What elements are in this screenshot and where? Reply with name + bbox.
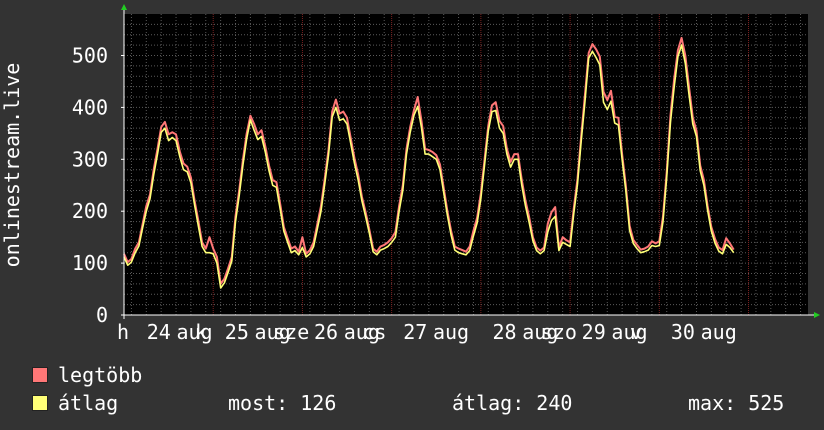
x-tick-labels: h 24 augk 25 augsze 26 augcs 27 aug 28 augszo 29 aug…	[117, 320, 737, 344]
x-tick-label: 29	[582, 320, 606, 344]
x-tick-label: szo	[541, 320, 577, 344]
x-tick-label: h	[117, 320, 129, 344]
y-tick-label: 0	[96, 303, 108, 327]
legend-label-atlag: átlag	[58, 391, 119, 415]
line-chart: 0100200300400500 h 24 augk 25 augsze 26 augcs 2…	[0, 4, 820, 344]
x-tick-label: cs	[362, 320, 386, 344]
graph-panel: 0 100 200 300 400 500 h 24 aug k 25 aug sze 26 aug cs 2…	[0, 0, 824, 430]
x-tick-label: 28	[492, 320, 516, 344]
x-axis-arrow	[814, 312, 820, 318]
legend-label-legtobb: legtöbb	[58, 363, 143, 387]
x-tick-label: 30	[671, 320, 695, 344]
y-tick-label: 200	[72, 199, 108, 223]
stat-average: átlag: 240	[452, 391, 573, 415]
y-tick-labels: 0 100 200 300 400 500	[72, 44, 108, 327]
x-tick-label: 26	[314, 320, 338, 344]
y-tick-label: 500	[72, 44, 108, 68]
x-tick-label: aug	[433, 320, 469, 344]
x-tick-label: sze	[273, 320, 309, 344]
x-tick-label: 27	[403, 320, 427, 344]
x-tick-label: aug	[701, 320, 737, 344]
stat-max: max: 525	[688, 391, 785, 415]
legend-swatch-legtobb	[32, 367, 48, 383]
y-axis-label: onlinestream.live	[0, 63, 24, 268]
x-tick-label: 25	[225, 320, 249, 344]
y-tick-label: 300	[72, 147, 108, 171]
x-tick-label: 24	[147, 320, 171, 344]
stat-current: most: 126	[228, 391, 337, 415]
y-tick-label: 400	[72, 95, 108, 119]
x-tick-label: k	[195, 320, 207, 344]
legend-swatch-atlag	[32, 395, 48, 411]
x-tick-label: v	[630, 320, 642, 344]
y-axis-arrow	[121, 4, 127, 10]
y-tick-label: 100	[72, 251, 108, 275]
